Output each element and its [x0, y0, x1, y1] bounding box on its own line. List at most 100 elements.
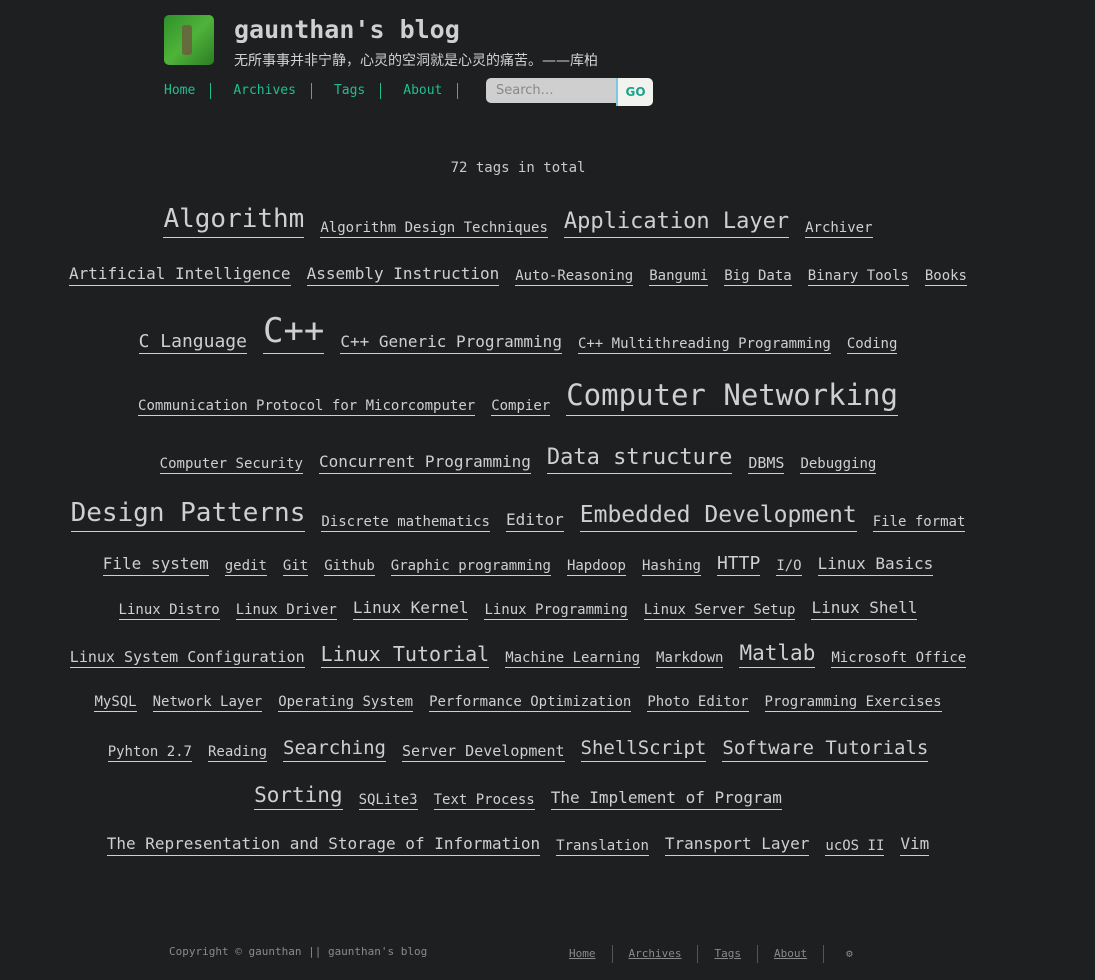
tag-row: Algorithm Algorithm Design Techniques Appl… — [60, 190, 976, 238]
tag-link[interactable]: File system — [102, 554, 209, 576]
nav-tags[interactable]: Tags — [334, 83, 382, 99]
tag-link[interactable]: Linux Shell — [811, 598, 918, 620]
site-title[interactable]: gaunthan's blog — [234, 15, 460, 44]
tag-link[interactable]: Server Development — [401, 742, 565, 762]
tag-link[interactable]: ShellScript — [580, 736, 707, 762]
tag-link[interactable]: Coding — [846, 335, 898, 354]
tag-link[interactable]: Text Process — [433, 791, 535, 810]
tag-link[interactable]: ucOS II — [825, 837, 885, 856]
tag-link[interactable]: I/O — [776, 557, 802, 576]
tag-link[interactable]: Hashing — [641, 557, 701, 576]
tag-link[interactable]: Computer Networking — [566, 377, 898, 416]
tag-link[interactable]: C Language — [138, 330, 247, 354]
tag-link[interactable]: Books — [924, 267, 967, 286]
footer-about[interactable]: About — [758, 945, 825, 963]
tag-link[interactable]: Translation — [556, 837, 649, 856]
tag-link[interactable]: Communication Protocol for Micorcomputer — [138, 397, 476, 416]
tag-row: Communication Protocol for Micorcomputer… — [60, 354, 976, 416]
footer-nav: Home Archives Tags About ⚙ — [553, 945, 875, 963]
tag-link[interactable]: Network Layer — [152, 693, 263, 712]
footer-tags[interactable]: Tags — [698, 945, 758, 963]
tag-link[interactable]: Github — [324, 557, 375, 576]
tag-link[interactable]: Data structure — [546, 444, 733, 474]
tag-link[interactable]: The Implement of Program — [550, 788, 782, 810]
tag-row: Sorting SQLite3 Text Process The Implement … — [60, 762, 976, 810]
tag-row: Design Patterns Discrete mathematics Edito… — [60, 474, 976, 532]
tag-link[interactable]: Photo Editor — [647, 693, 749, 712]
tag-row: Computer Security Concurrent Programming D… — [60, 416, 976, 474]
tag-link[interactable]: Performance Optimization — [429, 693, 632, 712]
footer-home[interactable]: Home — [553, 945, 613, 963]
tag-link[interactable]: Software Tutorials — [722, 736, 929, 762]
tag-link[interactable]: The Representation and Storage of Inform… — [106, 834, 541, 856]
tag-link[interactable]: Transport Layer — [664, 834, 810, 856]
tag-link[interactable]: Discrete mathematics — [321, 513, 490, 532]
tag-link[interactable]: Operating System — [278, 693, 414, 712]
tag-link[interactable]: Editor — [505, 510, 564, 532]
site-subtitle: 无所事事并非宁静，心灵的空洞就是心灵的痛苦。——库柏 — [234, 53, 598, 69]
tag-link[interactable]: Compier — [491, 397, 551, 416]
tag-link[interactable]: Programming Exercises — [764, 693, 942, 712]
gear-icon[interactable]: ⚙ — [824, 945, 875, 963]
tag-link[interactable]: Searching — [283, 736, 386, 762]
tag-row: File system gedit Git Github Graphic program… — [60, 532, 976, 576]
site-logo[interactable] — [164, 15, 214, 65]
tag-link[interactable]: C++ — [262, 309, 325, 354]
tag-link[interactable]: C++ Multithreading Programming — [577, 335, 831, 354]
tag-link[interactable]: Application Layer — [563, 208, 790, 238]
tag-link[interactable]: Pyhton 2.7 — [107, 743, 192, 762]
tag-link[interactable]: Microsoft Office — [831, 649, 967, 668]
tag-link[interactable]: Hapdoop — [566, 557, 626, 576]
tag-link[interactable]: Linux Distro — [118, 601, 220, 620]
search-input[interactable] — [486, 78, 616, 103]
tag-link[interactable]: Machine Learning — [505, 649, 641, 668]
tag-link[interactable]: Bangumi — [649, 267, 709, 286]
tag-link[interactable]: MySQL — [94, 693, 137, 712]
tag-link[interactable]: Binary Tools — [807, 267, 909, 286]
copyright: Copyright © gaunthan || gaunthan's blog — [169, 945, 428, 958]
search-form: GO — [486, 78, 653, 106]
tag-link[interactable]: Embedded Development — [579, 501, 857, 532]
footer-archives[interactable]: Archives — [613, 945, 699, 963]
tag-link[interactable]: Design Patterns — [70, 497, 306, 532]
tag-link[interactable]: Linux Driver — [235, 601, 337, 620]
tag-link[interactable]: Linux Basics — [817, 554, 934, 576]
tag-row: Linux Distro Linux Driver Linux Kernel Linu… — [60, 576, 976, 620]
tag-link[interactable]: Archiver — [805, 219, 873, 238]
tag-link[interactable]: Big Data — [724, 267, 792, 286]
tag-link[interactable]: DBMS — [748, 454, 785, 474]
tag-link[interactable]: gedit — [224, 557, 267, 576]
tag-row: Pyhton 2.7 Reading Searching Server Develop… — [60, 712, 976, 762]
tag-link[interactable]: HTTP — [716, 552, 761, 576]
tag-link[interactable]: Linux Programming — [484, 601, 628, 620]
tag-link[interactable]: Matlab — [739, 640, 816, 668]
tag-link[interactable]: Linux Kernel — [352, 598, 469, 620]
nav-home[interactable]: Home — [164, 83, 212, 99]
tag-link[interactable]: Markdown — [656, 649, 724, 668]
nav-archives[interactable]: Archives — [233, 83, 312, 99]
tag-link[interactable]: Sorting — [254, 782, 343, 810]
tag-row: C Language C++ C++ Generic Programming C++ … — [60, 286, 976, 354]
tag-link[interactable]: Algorithm — [163, 203, 305, 238]
tag-link[interactable]: Linux System Configuration — [69, 648, 305, 668]
tag-link[interactable]: Graphic programming — [390, 557, 551, 576]
tag-link[interactable]: Auto-Reasoning — [515, 267, 634, 286]
tag-link[interactable]: Concurrent Programming — [318, 452, 531, 474]
tag-link[interactable]: Linux Tutorial — [320, 641, 490, 668]
tag-link[interactable]: File format — [872, 513, 966, 532]
tag-link[interactable]: Artificial Intelligence — [69, 264, 291, 286]
search-go-button[interactable]: GO — [616, 78, 653, 106]
tag-link[interactable]: Assembly Instruction — [306, 264, 500, 286]
tag-link[interactable]: Algorithm Design Techniques — [320, 219, 548, 238]
tag-link[interactable]: Computer Security — [159, 455, 303, 474]
tag-link[interactable]: Reading — [208, 743, 268, 762]
tag-cloud: Algorithm Algorithm Design Techniques Appl… — [60, 190, 976, 856]
tag-link[interactable]: C++ Generic Programming — [340, 332, 562, 354]
tag-link[interactable]: Linux Server Setup — [643, 601, 796, 620]
tag-link[interactable]: Debugging — [800, 455, 877, 474]
tag-link[interactable]: Git — [282, 557, 309, 576]
tags-total: 72 tags in total — [450, 160, 586, 176]
tag-link[interactable]: Vim — [900, 834, 930, 856]
tag-link[interactable]: SQLite3 — [358, 791, 418, 810]
nav-about[interactable]: About — [403, 83, 459, 99]
